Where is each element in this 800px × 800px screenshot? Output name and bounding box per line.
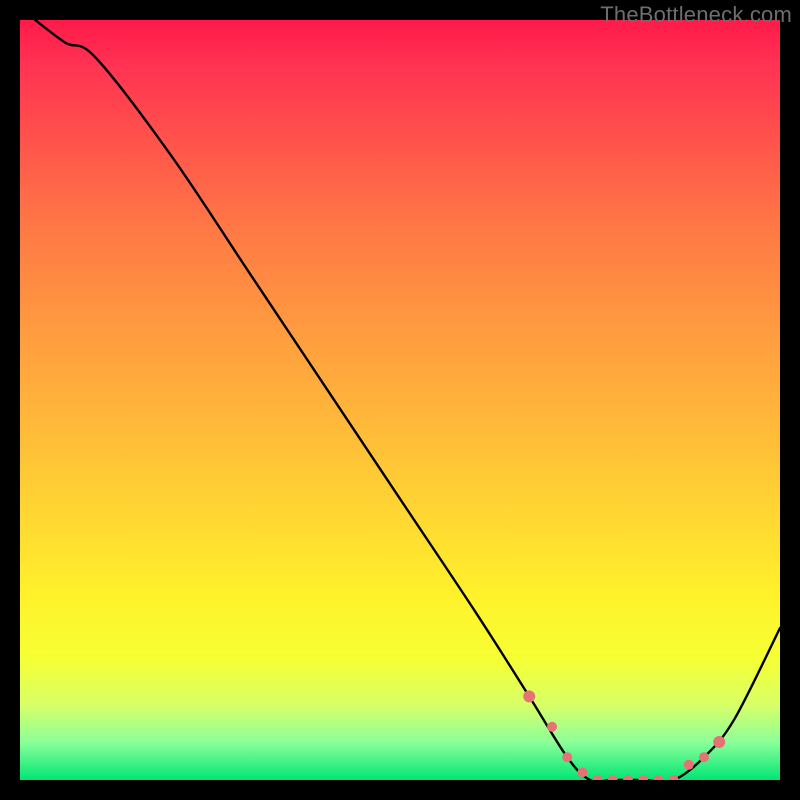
plot-area xyxy=(20,20,780,780)
highlight-dot xyxy=(713,736,725,748)
bottleneck-curve xyxy=(35,20,780,780)
highlight-dot xyxy=(669,775,679,780)
highlight-dot xyxy=(684,760,694,770)
highlight-dot xyxy=(547,722,557,732)
highlight-dot xyxy=(699,752,709,762)
highlight-dot xyxy=(562,752,572,762)
chart-svg xyxy=(20,20,780,780)
highlight-dot xyxy=(638,775,648,780)
chart-frame xyxy=(20,20,780,780)
highlight-dot xyxy=(523,690,535,702)
highlight-dot xyxy=(623,775,633,780)
highlight-dot xyxy=(653,775,663,780)
highlight-dot xyxy=(608,775,618,780)
highlight-dot xyxy=(593,775,603,780)
watermark-text: TheBottleneck.com xyxy=(600,2,792,28)
highlight-dot xyxy=(577,767,587,777)
